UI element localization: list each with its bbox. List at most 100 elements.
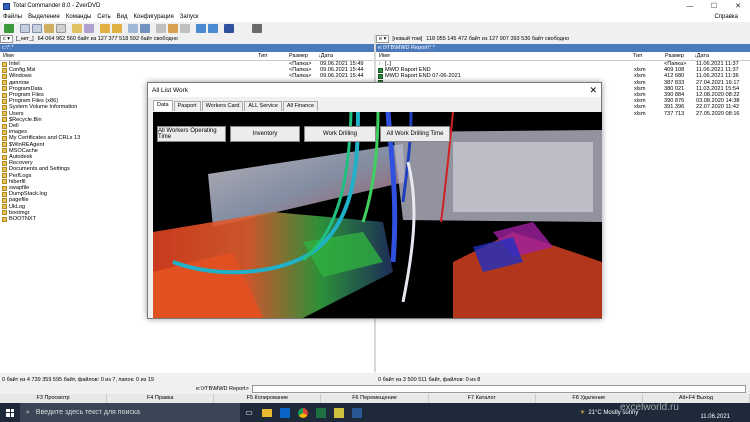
word-icon[interactable]: [348, 403, 366, 422]
chrome-icon[interactable]: [294, 403, 312, 422]
drilling-visualization: All Workers Operating Time Inventory Wor…: [153, 112, 602, 318]
tab-workers-card[interactable]: Workers Card: [201, 101, 244, 111]
refresh-icon[interactable]: [4, 23, 14, 33]
paint-icon[interactable]: [252, 23, 262, 33]
folder-icon: [2, 135, 7, 141]
menu-files[interactable]: Файлы: [3, 14, 22, 20]
dialog-title-bar: All List Work ✕: [148, 83, 601, 97]
file-name: hiberfil: [9, 178, 26, 185]
work-drilling-button[interactable]: Work Drilling: [304, 126, 376, 142]
tree-icon[interactable]: [44, 23, 54, 33]
f4-edit-button[interactable]: F4 Правка: [107, 394, 215, 403]
minimize-icon[interactable]: —: [678, 0, 702, 12]
taskbar-search[interactable]: ⌕ Введите здесь текст для поиска: [20, 403, 240, 422]
file-name: PerfLogs: [9, 172, 32, 179]
file-ext: xlsm: [634, 98, 646, 105]
folder-icon: [2, 123, 7, 129]
left-header-size[interactable]: Размер: [289, 53, 308, 59]
unpack-icon[interactable]: [112, 23, 122, 33]
inventory-button[interactable]: Inventory: [230, 126, 300, 142]
tab-data[interactable]: Data: [153, 100, 173, 111]
file-ext: xlsm: [634, 110, 646, 117]
left-header-date[interactable]: ↓ Дата: [318, 53, 333, 59]
up-dir-icon: ↑: [378, 61, 383, 67]
close-icon[interactable]: ✕: [726, 0, 750, 12]
f7-mkdir-button[interactable]: F7 Каталог: [428, 394, 536, 403]
f3-view-button[interactable]: F3 Просмотр: [0, 394, 108, 403]
view-full-icon[interactable]: [32, 23, 42, 33]
menu-commands[interactable]: Команды: [66, 14, 91, 20]
file-date: 27.04.2021 16:17: [696, 79, 740, 86]
ftp-new-icon[interactable]: [140, 23, 150, 33]
notepad-icon[interactable]: [224, 23, 234, 33]
start-button[interactable]: [0, 403, 20, 422]
outlook-icon[interactable]: [276, 403, 294, 422]
sync-icon[interactable]: [180, 23, 190, 33]
file-name: Autodesk: [9, 154, 33, 161]
folder-icon: [2, 98, 7, 104]
right-header-name[interactable]: Имя: [379, 53, 390, 59]
forward-arrow-icon[interactable]: [208, 23, 218, 33]
file-ext: xlsm: [634, 73, 646, 80]
menu-help[interactable]: Справка: [714, 14, 738, 20]
f6-move-button[interactable]: F6 Перемещение: [321, 394, 429, 403]
file-size: <Папка>: [289, 73, 312, 80]
left-column-header: Имя Тип Размер ↓ Дата: [0, 52, 374, 61]
left-header-name[interactable]: Имя: [3, 53, 14, 59]
menu-network[interactable]: Сеть: [97, 14, 110, 20]
excel-icon[interactable]: [312, 403, 330, 422]
search-icon: ⌕: [26, 408, 30, 416]
view-brief-icon[interactable]: [20, 23, 30, 33]
compare-icon[interactable]: [84, 23, 94, 33]
dialog-title: All List Work: [152, 86, 188, 94]
menu-selection[interactable]: Выделение: [28, 14, 60, 20]
total-commander-icon[interactable]: [330, 403, 348, 422]
menu-start[interactable]: Запуск: [180, 14, 199, 20]
windows-logo-icon: [6, 408, 14, 417]
right-header-date[interactable]: ↓ Дата: [694, 53, 709, 59]
task-view-icon[interactable]: ▭: [240, 403, 258, 422]
file-explorer-icon[interactable]: [258, 403, 276, 422]
dialog-close-icon[interactable]: ✕: [589, 85, 597, 95]
command-path: e:\УГВ\MWD Report>: [196, 386, 249, 392]
menu-configuration[interactable]: Конфигурация: [134, 14, 174, 20]
left-path-bar[interactable]: c:\*.*: [0, 44, 374, 52]
all-workers-operating-time-button[interactable]: All Workers Operating Time: [157, 126, 226, 142]
weather-icon[interactable]: ☀: [580, 409, 585, 416]
maximize-icon[interactable]: ☐: [702, 0, 726, 12]
file-date: 22.07.2020 11:42: [696, 104, 740, 111]
menu-view[interactable]: Вид: [117, 14, 128, 20]
tab-pasport[interactable]: Pasport: [173, 101, 201, 111]
left-path: c:\*.*: [2, 45, 14, 51]
right-header-size[interactable]: Размер: [665, 53, 684, 59]
left-drive-bar: c ▾ [_нет_] 64 064 962 560 байт из 127 3…: [0, 34, 374, 44]
tab-all-service[interactable]: ALL Service: [244, 101, 282, 111]
folder-icon: [2, 154, 7, 160]
file-name: диплом: [9, 79, 29, 86]
f5-copy-button[interactable]: F5 Копирование: [214, 394, 322, 403]
left-header-type[interactable]: Тип: [258, 53, 267, 59]
all-work-drilling-time-button[interactable]: All Work Drilling Time: [380, 126, 450, 142]
rename-icon[interactable]: [168, 23, 178, 33]
pack-icon[interactable]: [100, 23, 110, 33]
right-path-bar[interactable]: e:\УГВ\MWD Report\*.*: [376, 44, 750, 52]
right-status-text: 0 байт из 3 500 511 байт, файлов: 0 из 8: [378, 376, 481, 383]
folder-icon: [2, 197, 7, 203]
right-header-date-label: Дата: [696, 53, 709, 59]
tab-all-finance[interactable]: All Finance: [282, 101, 319, 111]
back-arrow-icon[interactable]: [196, 23, 206, 33]
folder-icon: [2, 73, 7, 79]
right-header-type[interactable]: Тип: [633, 53, 642, 59]
command-input[interactable]: [251, 385, 746, 393]
ftp-icon[interactable]: [128, 23, 138, 33]
invert-selection-icon[interactable]: [72, 23, 82, 33]
search-icon[interactable]: [156, 23, 166, 33]
folder-icon: [2, 160, 7, 166]
folder-icon: [2, 185, 7, 191]
date-text[interactable]: 11.06.2021: [700, 414, 730, 420]
right-drive-select[interactable]: e ▾: [376, 35, 390, 43]
file-size: 387 833: [664, 79, 685, 86]
menu-bar: Файлы Выделение Команды Сеть Вид Конфигу…: [0, 12, 750, 22]
left-drive-select[interactable]: c ▾: [0, 35, 14, 43]
thumbnails-icon[interactable]: [56, 23, 66, 33]
